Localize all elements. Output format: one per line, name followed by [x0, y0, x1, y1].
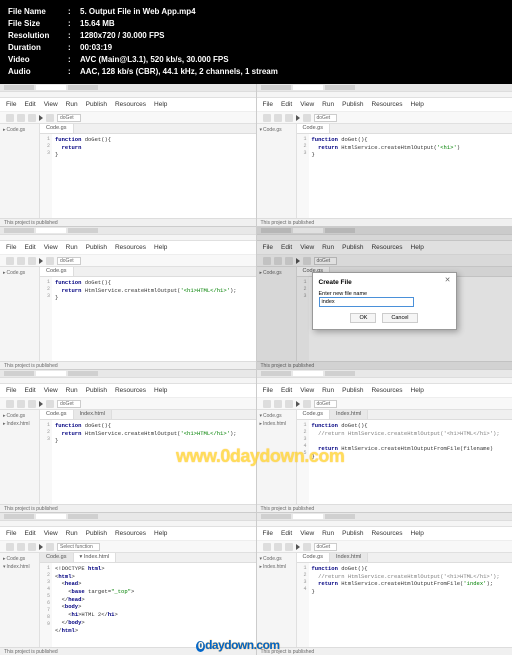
tab-code-gs[interactable]: Code.gs	[40, 124, 74, 133]
thumbnail-grid: File Edit View Run Publish Resources Hel…	[0, 84, 512, 655]
frame-2: FileEditViewRunPublishResourcesHelp doGe…	[257, 84, 512, 226]
frame-6: FileEditViewRunPublishResourcesHelp doGe…	[257, 370, 512, 512]
code-editor[interactable]: function doGet(){ return HtmlService.cre…	[309, 134, 512, 218]
dialog-title: Create File	[319, 279, 450, 286]
frame-5: FileEditViewRunPublishResourcesHelp doGe…	[0, 370, 256, 512]
status-bar: This project is published	[0, 218, 256, 226]
cancel-button[interactable]: Cancel	[382, 313, 417, 323]
frame-3: FileEditViewRunPublishResourcesHelp doGe…	[0, 227, 256, 369]
run-button[interactable]	[39, 115, 43, 121]
frame-7: FileEditViewRunPublishResourcesHelp Sele…	[0, 513, 256, 655]
debug-button[interactable]	[46, 114, 54, 122]
menu-run[interactable]: Run	[66, 101, 78, 108]
ok-button[interactable]: OK	[350, 313, 376, 323]
menu-file[interactable]: File	[6, 101, 16, 108]
save-button[interactable]	[28, 114, 36, 122]
menu-edit[interactable]: Edit	[24, 101, 35, 108]
redo-button[interactable]	[17, 114, 25, 122]
undo-button[interactable]	[6, 114, 14, 122]
tab-index-html[interactable]: ▾ Index.html	[74, 553, 117, 562]
code-editor[interactable]: function doGet(){ return }	[52, 134, 256, 218]
filename-input[interactable]: index	[319, 297, 414, 307]
function-select[interactable]: doGet	[57, 114, 81, 122]
menu-bar: File Edit View Run Publish Resources Hel…	[0, 98, 256, 112]
frame-4: FileEditViewRunPublishResourcesHelp doGe…	[257, 227, 512, 369]
menu-view[interactable]: View	[44, 101, 58, 108]
create-file-dialog: ✕ Create File Enter new file name index …	[312, 272, 457, 330]
sidebar-code-gs[interactable]: ▸Code.gs	[3, 126, 36, 134]
close-icon[interactable]: ✕	[445, 276, 451, 284]
menu-publish[interactable]: Publish	[86, 101, 107, 108]
menu-resources[interactable]: Resources	[115, 101, 146, 108]
watermark-footer: 0daydown.com	[196, 638, 280, 652]
watermark: www.0daydown.com	[176, 446, 344, 467]
menu-help[interactable]: Help	[154, 101, 167, 108]
frame-1: File Edit View Run Publish Resources Hel…	[0, 84, 256, 226]
media-info-header: File Name:5. Output File in Web App.mp4 …	[0, 0, 512, 84]
frame-8: FileEditViewRunPublishResourcesHelp doGe…	[257, 513, 512, 655]
